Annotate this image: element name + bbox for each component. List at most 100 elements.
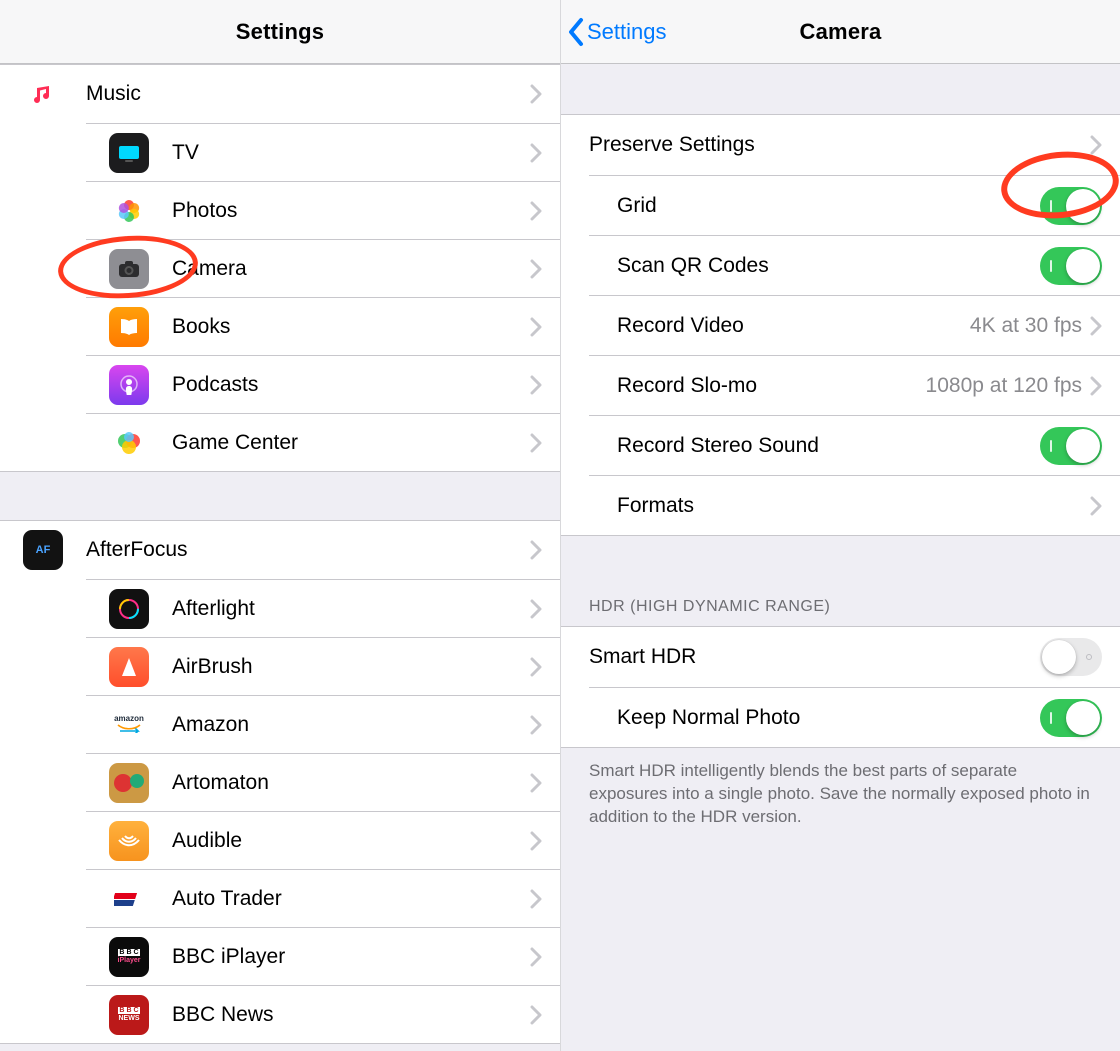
chevron-right-icon xyxy=(530,947,542,967)
amazon-icon: amazon xyxy=(109,705,149,745)
camera-icon xyxy=(109,249,149,289)
row-label: Game Center xyxy=(172,431,530,455)
settings-row-bbc-iplayer[interactable]: BBCiPlayer BBC iPlayer xyxy=(86,927,560,985)
row-preserve-settings[interactable]: Preserve Settings xyxy=(561,115,1120,175)
settings-title: Settings xyxy=(236,19,324,45)
row-record-slo-mo[interactable]: Record Slo-mo 1080p at 120 fps xyxy=(589,355,1120,415)
chevron-right-icon xyxy=(530,317,542,337)
tv-icon xyxy=(109,133,149,173)
camera-settings-pane: Settings Camera Preserve Settings Grid S… xyxy=(560,0,1120,1051)
bbc-news-icon: BBCNEWS xyxy=(109,995,149,1035)
chevron-right-icon xyxy=(530,889,542,909)
row-label: Books xyxy=(172,315,530,339)
row-label: Audible xyxy=(172,829,530,853)
chevron-right-icon xyxy=(530,201,542,221)
settings-row-camera[interactable]: Camera xyxy=(86,239,560,297)
camera-navbar: Settings Camera xyxy=(561,0,1120,64)
group-gap xyxy=(0,472,560,520)
settings-row-podcasts[interactable]: Podcasts xyxy=(86,355,560,413)
camera-title: Camera xyxy=(800,19,882,45)
toggle-keep-normal-photo[interactable] xyxy=(1040,699,1102,737)
settings-row-audible[interactable]: Audible xyxy=(86,811,560,869)
settings-row-artomaton[interactable]: Artomaton xyxy=(86,753,560,811)
row-smart-hdr: Smart HDR xyxy=(561,627,1120,687)
settings-row-afterfocus[interactable]: AF AfterFocus xyxy=(0,521,560,579)
bbc-iplayer-icon: BBCiPlayer xyxy=(109,937,149,977)
row-label: Formats xyxy=(617,494,1090,518)
row-label: AirBrush xyxy=(172,655,530,679)
settings-row-game-center[interactable]: Game Center xyxy=(86,413,560,471)
row-label: Record Video xyxy=(617,314,970,338)
hdr-footer-note: Smart HDR intelligently blends the best … xyxy=(561,748,1120,829)
row-label: Music xyxy=(86,82,530,106)
back-label: Settings xyxy=(587,19,667,45)
row-label: BBC iPlayer xyxy=(172,945,530,969)
settings-row-airbrush[interactable]: AirBrush xyxy=(86,637,560,695)
row-label: Podcasts xyxy=(172,373,530,397)
chevron-right-icon xyxy=(530,433,542,453)
chevron-right-icon xyxy=(530,1005,542,1025)
chevron-right-icon xyxy=(530,375,542,395)
chevron-right-icon xyxy=(530,143,542,163)
chevron-right-icon xyxy=(1090,135,1102,155)
settings-row-tv[interactable]: TV xyxy=(86,123,560,181)
chevron-left-icon xyxy=(567,17,585,47)
chevron-right-icon xyxy=(1090,496,1102,516)
chevron-right-icon xyxy=(530,773,542,793)
row-label: BBC News xyxy=(172,1003,530,1027)
settings-navbar: Settings xyxy=(0,0,560,64)
camera-settings-group-1: Preserve Settings Grid Scan QR Codes Rec… xyxy=(561,114,1120,536)
row-grid: Grid xyxy=(589,175,1120,235)
camera-settings-group-hdr: Smart HDR Keep Normal Photo xyxy=(561,626,1120,748)
chevron-right-icon xyxy=(530,259,542,279)
audible-icon xyxy=(109,821,149,861)
afterlight-icon xyxy=(109,589,149,629)
settings-pane: Settings Music TV xyxy=(0,0,560,1051)
section-header-hdr: HDR (HIGH DYNAMIC RANGE) xyxy=(561,598,1120,626)
row-label: AfterFocus xyxy=(86,538,530,562)
toggle-smart-hdr[interactable] xyxy=(1040,638,1102,676)
artomaton-icon xyxy=(109,763,149,803)
settings-row-bbc-news[interactable]: BBCNEWS BBC News xyxy=(86,985,560,1043)
row-record-video[interactable]: Record Video 4K at 30 fps xyxy=(589,295,1120,355)
toggle-grid[interactable] xyxy=(1040,187,1102,225)
row-label: Afterlight xyxy=(172,597,530,621)
row-label: Record Stereo Sound xyxy=(617,434,1040,458)
toggle-scan-qr[interactable] xyxy=(1040,247,1102,285)
settings-group-third-party: AF AfterFocus Afterlight AirBrush xyxy=(0,520,560,1044)
photos-icon xyxy=(109,191,149,231)
row-label: Keep Normal Photo xyxy=(617,706,1040,730)
chevron-right-icon xyxy=(530,540,542,560)
settings-group-apple-apps: Music TV xyxy=(0,64,560,472)
row-value: 4K at 30 fps xyxy=(970,314,1082,338)
row-label: Amazon xyxy=(172,713,530,737)
row-label: Photos xyxy=(172,199,530,223)
chevron-right-icon xyxy=(1090,316,1102,336)
chevron-right-icon xyxy=(1090,376,1102,396)
row-formats[interactable]: Formats xyxy=(589,475,1120,535)
airbrush-icon xyxy=(109,647,149,687)
books-icon xyxy=(109,307,149,347)
settings-row-photos[interactable]: Photos xyxy=(86,181,560,239)
settings-row-afterlight[interactable]: Afterlight xyxy=(86,579,560,637)
auto-trader-icon xyxy=(109,879,149,919)
settings-row-auto-trader[interactable]: Auto Trader xyxy=(86,869,560,927)
toggle-stereo-sound[interactable] xyxy=(1040,427,1102,465)
row-label: Smart HDR xyxy=(589,645,1040,669)
music-icon xyxy=(23,74,63,114)
settings-row-music[interactable]: Music xyxy=(0,65,560,123)
chevron-right-icon xyxy=(530,831,542,851)
settings-row-amazon[interactable]: amazon Amazon xyxy=(86,695,560,753)
settings-row-books[interactable]: Books xyxy=(86,297,560,355)
row-label: Record Slo-mo xyxy=(617,374,926,398)
row-label: Artomaton xyxy=(172,771,530,795)
back-button[interactable]: Settings xyxy=(567,0,667,63)
chevron-right-icon xyxy=(530,715,542,735)
row-record-stereo-sound: Record Stereo Sound xyxy=(589,415,1120,475)
row-label: Auto Trader xyxy=(172,887,530,911)
podcasts-icon xyxy=(109,365,149,405)
row-label: Camera xyxy=(172,257,530,281)
game-center-icon xyxy=(109,423,149,463)
group-gap xyxy=(561,536,1120,598)
row-label: Preserve Settings xyxy=(589,133,1090,157)
